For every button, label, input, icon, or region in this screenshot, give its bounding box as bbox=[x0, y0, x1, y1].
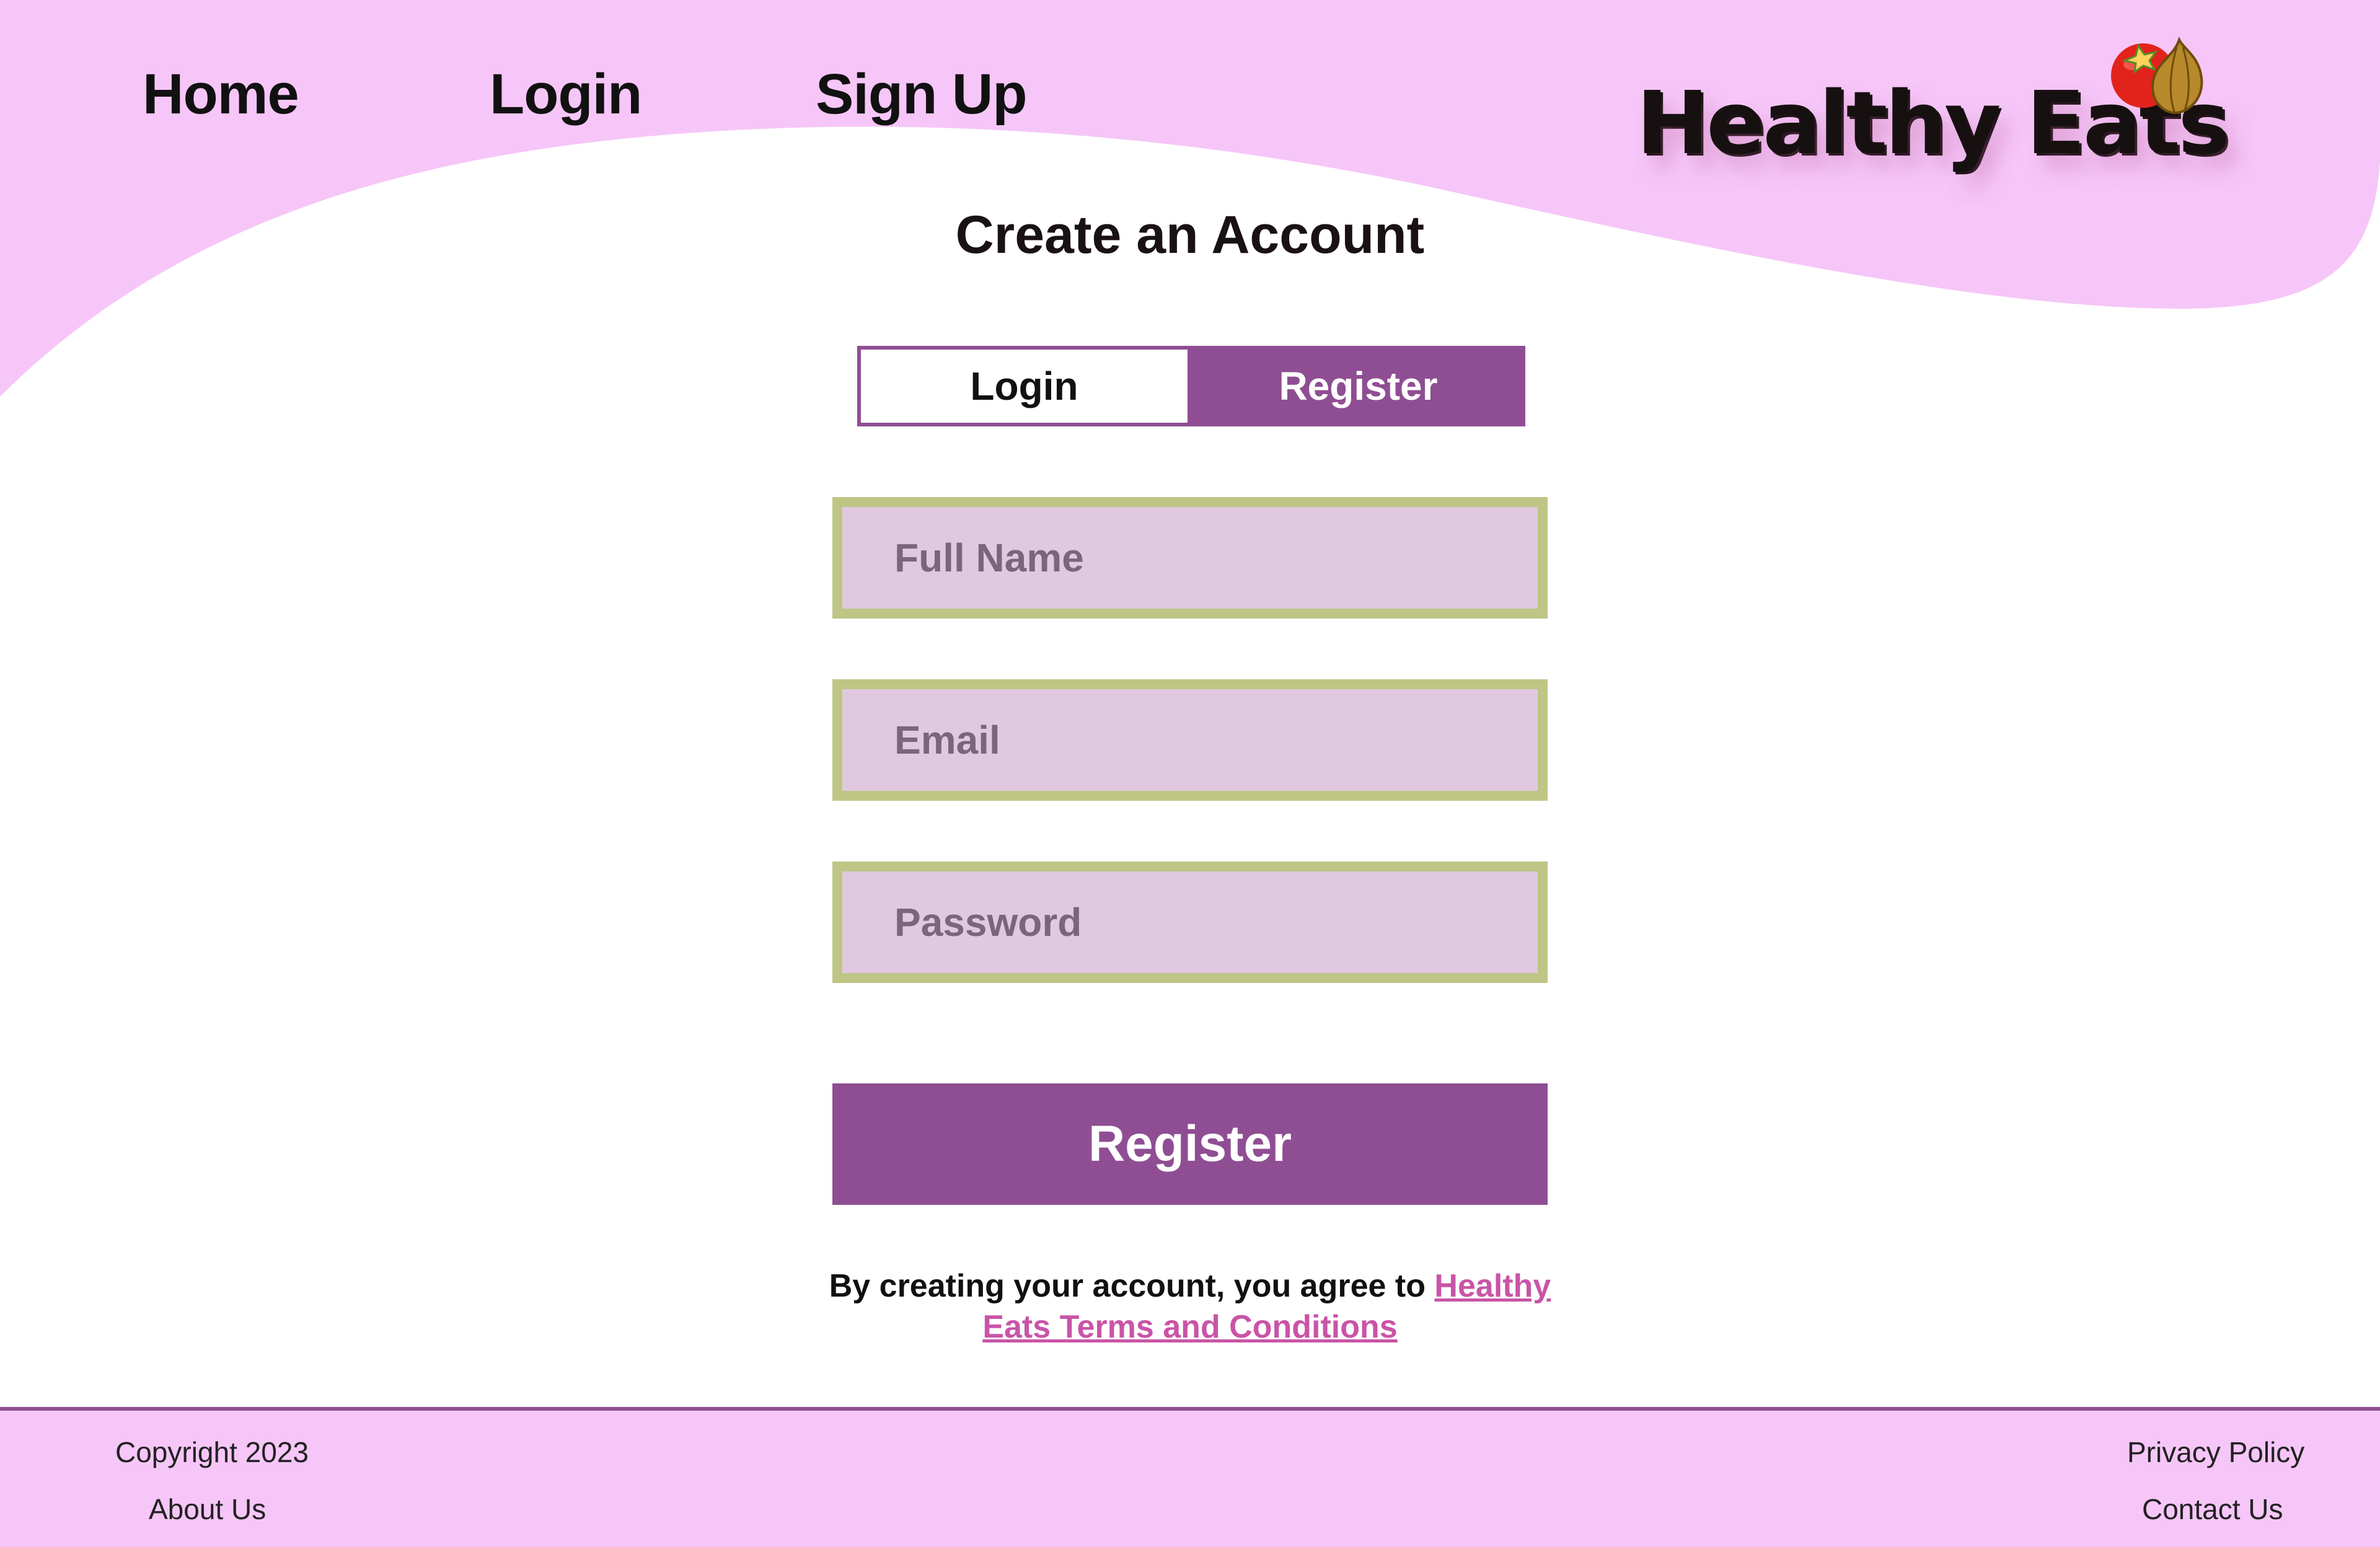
nav-login-link[interactable]: Login bbox=[490, 62, 642, 127]
password-field[interactable] bbox=[832, 862, 1548, 983]
full-name-field[interactable] bbox=[832, 497, 1548, 619]
tab-login[interactable]: Login bbox=[857, 346, 1191, 426]
nav-signup-link[interactable]: Sign Up bbox=[816, 62, 1028, 127]
nav-home-link[interactable]: Home bbox=[143, 62, 299, 127]
footer-privacy-link[interactable]: Privacy Policy bbox=[2127, 1435, 2304, 1469]
email-field[interactable] bbox=[832, 679, 1548, 801]
footer-contact-link[interactable]: Contact Us bbox=[2142, 1492, 2283, 1526]
terms-notice: By creating your account, you agree to H… bbox=[818, 1266, 1562, 1347]
page-title: Create an Account bbox=[955, 205, 1425, 265]
footer: Copyright 2023 About Us Privacy Policy C… bbox=[0, 1407, 2380, 1547]
tab-register[interactable]: Register bbox=[1191, 346, 1525, 426]
footer-about-link[interactable]: About Us bbox=[149, 1492, 266, 1526]
footer-copyright: Copyright 2023 bbox=[115, 1436, 309, 1468]
logo-vegetables bbox=[2111, 37, 2203, 115]
terms-prefix: By creating your account, you agree to bbox=[829, 1268, 1426, 1304]
auth-toggle: Login Register bbox=[857, 346, 1525, 426]
register-button[interactable]: Register bbox=[832, 1083, 1548, 1205]
